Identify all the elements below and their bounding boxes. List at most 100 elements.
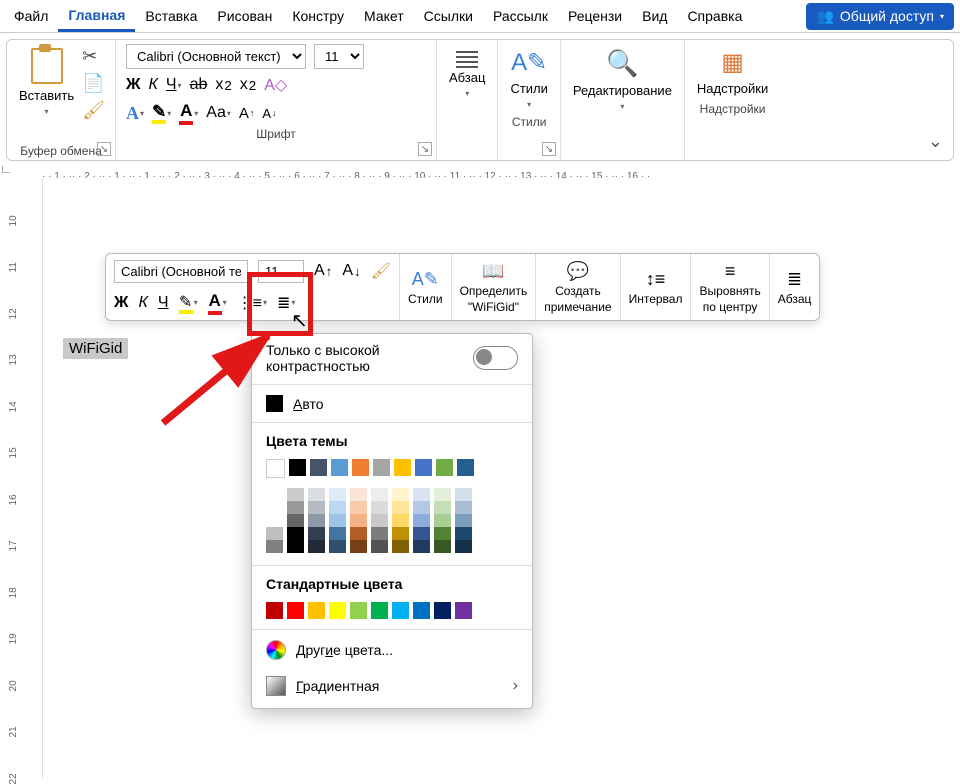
color-swatch[interactable] bbox=[413, 488, 430, 501]
highlight-button[interactable]: ✎▾ bbox=[152, 102, 171, 124]
auto-color-item[interactable]: ААвтовто bbox=[252, 387, 532, 420]
grow-font-button[interactable]: A↑ bbox=[239, 105, 255, 122]
color-swatch[interactable] bbox=[455, 540, 472, 553]
mini-format-painter[interactable]: 🖌 bbox=[371, 261, 391, 281]
text-effects-button[interactable]: A▾ bbox=[126, 103, 144, 124]
color-swatch[interactable] bbox=[266, 514, 283, 527]
more-colors-item[interactable]: Другие цвета... Другие цвета... bbox=[252, 632, 532, 668]
color-swatch[interactable] bbox=[308, 602, 325, 619]
mini-grow-font[interactable]: A↑ bbox=[314, 262, 332, 280]
tab-help[interactable]: Справка bbox=[677, 2, 752, 30]
styles-button[interactable]: A✎ Стили ▾ bbox=[508, 44, 549, 113]
color-swatch[interactable] bbox=[455, 602, 472, 619]
color-swatch[interactable] bbox=[434, 501, 451, 514]
mini-paragraph-button[interactable]: ≣ Абзац bbox=[770, 254, 820, 320]
color-swatch[interactable] bbox=[266, 540, 283, 553]
gradient-item[interactable]: Градиентная Градиентная › bbox=[252, 668, 532, 704]
tab-design[interactable]: Констру bbox=[282, 2, 354, 30]
tab-review[interactable]: Рецензи bbox=[558, 2, 632, 30]
paste-button[interactable]: Вставить ▾ bbox=[17, 44, 76, 120]
color-swatch[interactable] bbox=[415, 459, 432, 476]
mini-align-center-button[interactable]: ≡ Выровнять по центру bbox=[691, 254, 769, 320]
color-swatch[interactable] bbox=[371, 501, 388, 514]
tab-refs[interactable]: Ссылки bbox=[414, 2, 483, 30]
color-swatch[interactable] bbox=[310, 459, 327, 476]
color-swatch[interactable] bbox=[287, 602, 304, 619]
color-swatch[interactable] bbox=[266, 488, 283, 501]
color-swatch[interactable] bbox=[352, 459, 369, 476]
color-swatch[interactable] bbox=[392, 488, 409, 501]
mini-font-select[interactable] bbox=[114, 260, 248, 283]
mini-styles-button[interactable]: A✎ Стили bbox=[400, 254, 452, 320]
mini-italic[interactable]: К bbox=[138, 294, 147, 312]
selected-text[interactable]: WiFiGid bbox=[63, 338, 128, 359]
mini-bullets[interactable]: ⋮≡▾ bbox=[237, 293, 267, 313]
copy-icon[interactable]: 📄 bbox=[82, 73, 105, 94]
addins-button[interactable]: ▦ Надстройки bbox=[695, 44, 770, 100]
color-swatch[interactable] bbox=[329, 514, 346, 527]
color-swatch[interactable] bbox=[287, 527, 304, 540]
document-page[interactable]: WiFiGid A↑ A↓ 🖌 Ж К Ч ✎▾ A▾ ⋮≡▾ ≣▾ A✎ С bbox=[42, 178, 903, 778]
color-swatch[interactable] bbox=[308, 540, 325, 553]
mini-size-select[interactable] bbox=[258, 260, 304, 283]
color-swatch[interactable] bbox=[266, 459, 285, 478]
color-swatch[interactable] bbox=[455, 514, 472, 527]
strike-button[interactable]: ab bbox=[190, 76, 208, 94]
mini-define-button[interactable]: 📖 Определить "WiFiGid" bbox=[452, 254, 537, 320]
mini-interval-button[interactable]: ↕≡ Интервал bbox=[621, 254, 692, 320]
clipboard-launcher[interactable]: ↘ bbox=[97, 142, 111, 156]
change-case-button[interactable]: Aa▾ bbox=[206, 104, 231, 122]
color-swatch[interactable] bbox=[394, 459, 411, 476]
color-swatch[interactable] bbox=[350, 488, 367, 501]
collapse-ribbon-icon[interactable]: ⌄ bbox=[928, 131, 943, 152]
mini-highlight[interactable]: ✎▾ bbox=[179, 292, 198, 314]
paragraph-button[interactable]: Абзац ▾ bbox=[447, 44, 487, 102]
font-name-select[interactable]: Calibri (Основной текст) bbox=[126, 44, 306, 69]
shrink-font-button[interactable]: A↓ bbox=[262, 106, 276, 121]
superscript-button[interactable]: x2 bbox=[240, 76, 256, 94]
color-swatch[interactable] bbox=[331, 459, 348, 476]
color-swatch[interactable] bbox=[371, 540, 388, 553]
color-swatch[interactable] bbox=[371, 488, 388, 501]
color-swatch[interactable] bbox=[287, 488, 304, 501]
mini-shrink-font[interactable]: A↓ bbox=[342, 262, 360, 280]
color-swatch[interactable] bbox=[266, 501, 283, 514]
tab-view[interactable]: Вид bbox=[632, 2, 677, 30]
color-swatch[interactable] bbox=[350, 501, 367, 514]
color-swatch[interactable] bbox=[329, 488, 346, 501]
font-size-select[interactable]: 11 bbox=[314, 44, 364, 69]
color-swatch[interactable] bbox=[289, 459, 306, 476]
color-swatch[interactable] bbox=[287, 514, 304, 527]
editing-button[interactable]: 🔍 Редактирование ▾ bbox=[571, 44, 674, 115]
tab-file[interactable]: Файл bbox=[4, 2, 58, 30]
color-swatch[interactable] bbox=[392, 602, 409, 619]
color-swatch[interactable] bbox=[308, 527, 325, 540]
styles-launcher[interactable]: ↘ bbox=[542, 142, 556, 156]
color-swatch[interactable] bbox=[308, 501, 325, 514]
high-contrast-toggle-row[interactable]: Только с высокой контрастностью bbox=[252, 334, 532, 382]
toggle-switch[interactable] bbox=[473, 346, 518, 370]
tab-mail[interactable]: Рассылк bbox=[483, 2, 558, 30]
color-swatch[interactable] bbox=[308, 488, 325, 501]
color-swatch[interactable] bbox=[413, 602, 430, 619]
color-swatch[interactable] bbox=[434, 540, 451, 553]
color-swatch[interactable] bbox=[329, 540, 346, 553]
mini-numbering[interactable]: ≣▾ bbox=[277, 293, 295, 313]
tab-insert[interactable]: Вставка bbox=[135, 2, 207, 30]
color-swatch[interactable] bbox=[413, 514, 430, 527]
color-swatch[interactable] bbox=[329, 602, 346, 619]
vertical-ruler[interactable]: 10111213141516171819202122 bbox=[0, 180, 26, 784]
color-swatch[interactable] bbox=[434, 602, 451, 619]
mini-comment-button[interactable]: 💬 Создать примечание bbox=[536, 254, 620, 320]
font-launcher[interactable]: ↘ bbox=[418, 142, 432, 156]
color-swatch[interactable] bbox=[350, 527, 367, 540]
color-swatch[interactable] bbox=[266, 602, 283, 619]
color-swatch[interactable] bbox=[392, 501, 409, 514]
tab-draw[interactable]: Рисован bbox=[207, 2, 282, 30]
subscript-button[interactable]: x2 bbox=[215, 76, 231, 94]
color-swatch[interactable] bbox=[287, 501, 304, 514]
tab-home[interactable]: Главная bbox=[58, 1, 135, 32]
mini-bold[interactable]: Ж bbox=[114, 294, 128, 312]
share-button[interactable]: 👥 Общий доступ ▾ bbox=[806, 3, 954, 30]
italic-button[interactable]: К bbox=[148, 76, 157, 94]
